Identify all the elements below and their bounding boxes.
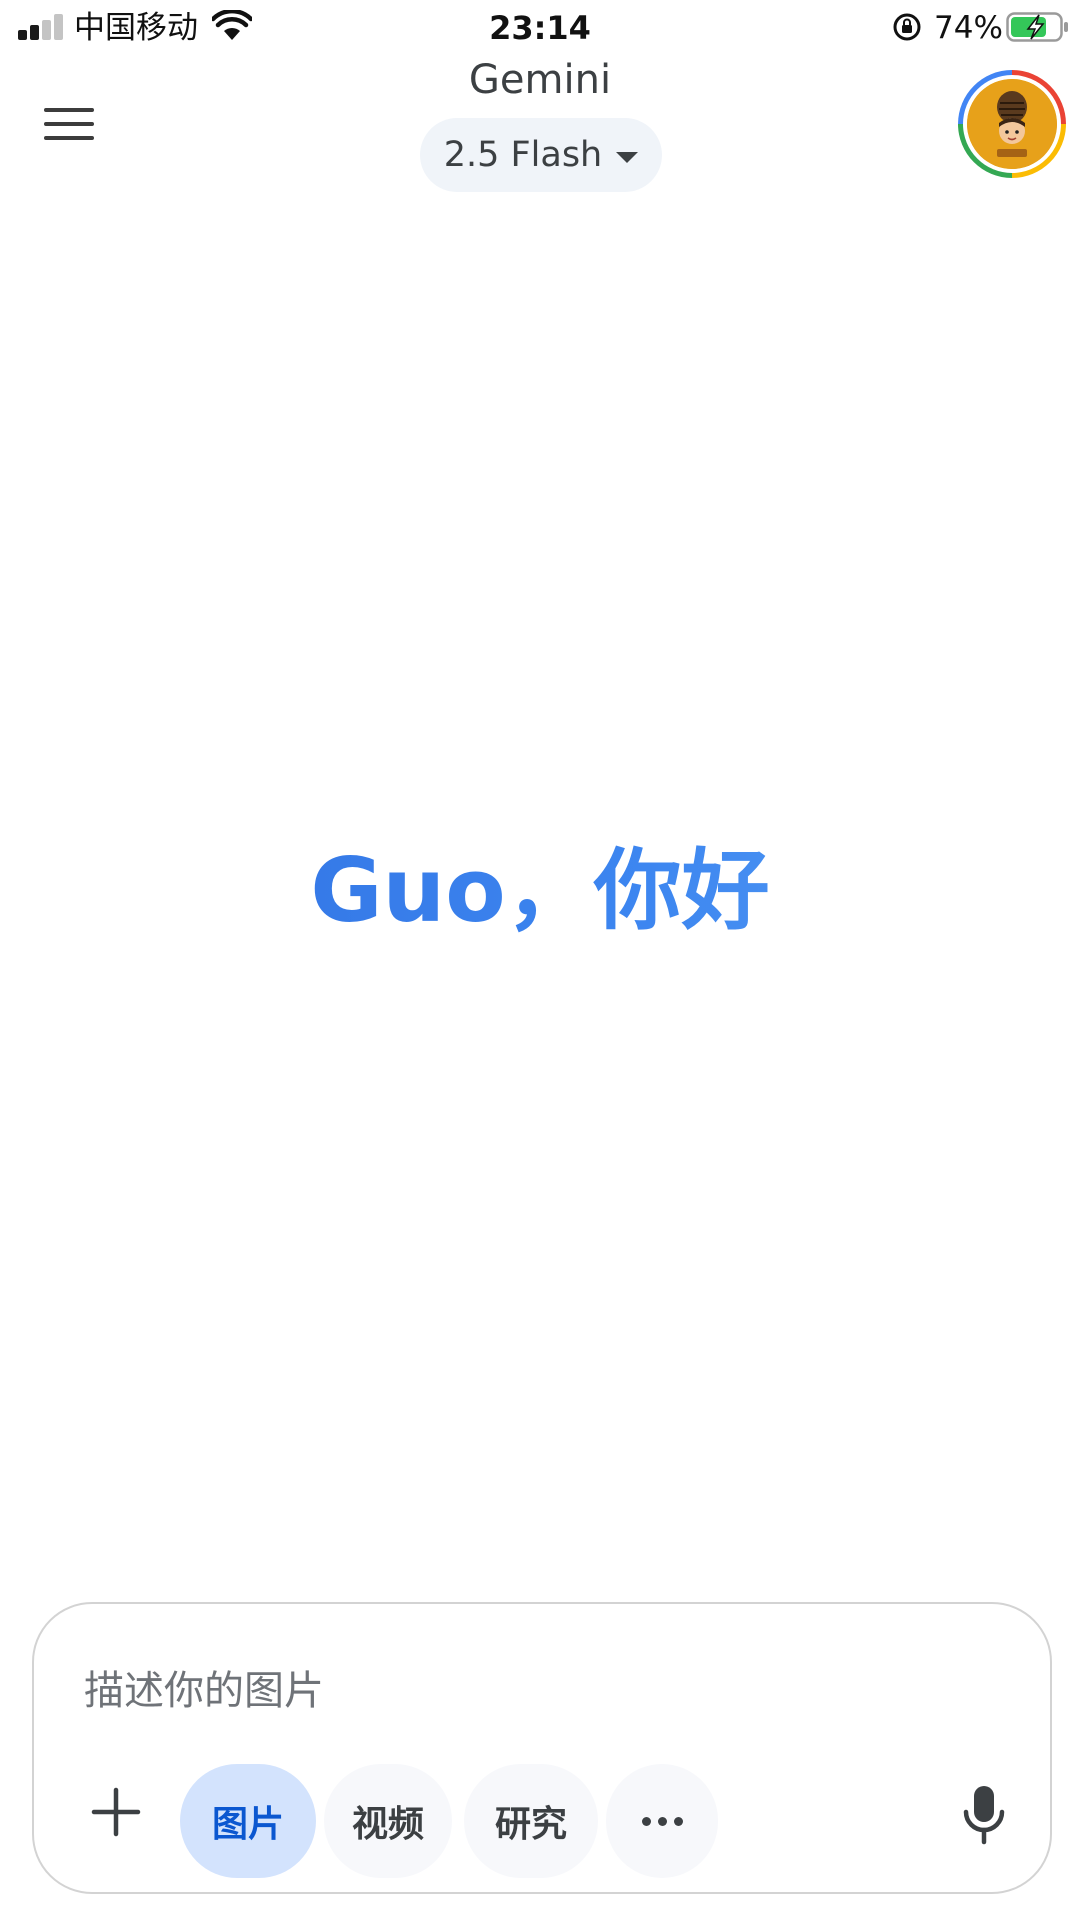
app-title: Gemini — [468, 57, 612, 103]
prompt-composer: 图片 视频 研究 — [32, 1602, 1052, 1894]
research-chip[interactable]: 研究 — [464, 1764, 598, 1878]
microphone-button[interactable] — [944, 1770, 1024, 1860]
user-avatar-icon — [967, 79, 1057, 169]
video-chip-label: 视频 — [351, 1804, 424, 1845]
battery-percent: 74% — [934, 10, 1003, 46]
more-tools-button[interactable] — [606, 1764, 718, 1878]
chevron-down-icon — [616, 151, 639, 163]
image-chip-label: 图片 — [211, 1804, 284, 1845]
model-picker-label: 2.5 Flash — [443, 135, 603, 175]
image-chip[interactable]: 图片 — [180, 1764, 316, 1878]
model-picker-button[interactable]: 2.5 Flash — [420, 118, 662, 192]
more-horizontal-icon — [641, 1816, 683, 1826]
status-bar: 中国移动 23:14 74% — [0, 0, 1080, 56]
plus-icon — [91, 1787, 141, 1837]
greeting-text: Guo，你好 — [0, 836, 1080, 946]
video-chip[interactable]: 视频 — [324, 1764, 452, 1878]
gemini-home-screen: 中国移动 23:14 74% Gemini 2.5 Flash Guo，你好 描… — [0, 0, 1080, 1920]
add-attachment-button[interactable] — [80, 1776, 152, 1848]
battery-charging-icon — [1006, 12, 1068, 42]
research-chip-label: 研究 — [494, 1804, 567, 1845]
prompt-input[interactable] — [84, 1656, 984, 1726]
hamburger-menu-icon — [44, 108, 94, 112]
avatar[interactable] — [958, 70, 1066, 178]
microphone-icon — [963, 1786, 1005, 1845]
rotation-lock-icon — [893, 13, 921, 41]
